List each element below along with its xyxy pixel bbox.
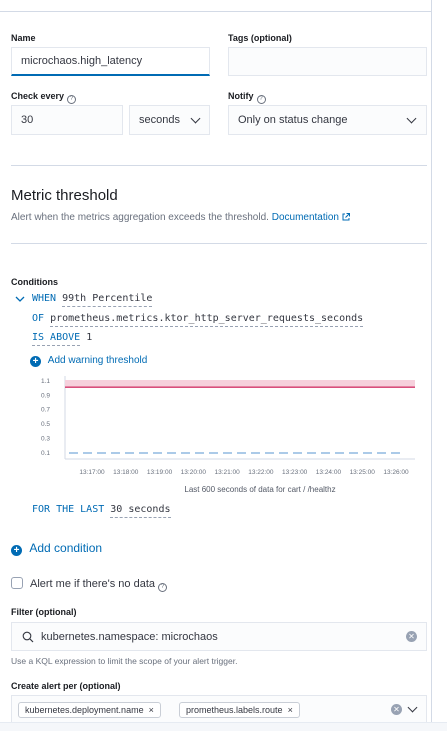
group-by-pill[interactable]: prometheus.labels.route × [179, 702, 300, 718]
y-tick-label: 0.1 [41, 450, 50, 457]
chevron-down-icon [190, 113, 201, 124]
x-tick-label: 13:23:00 [282, 469, 308, 476]
metric-chart: 1.1 0.9 0.7 0.5 0.3 0.1 13:17:00 13:18:00 13:19:… [41, 376, 415, 494]
threshold-value: 1 [86, 332, 93, 343]
conditions-label: Conditions [11, 277, 58, 287]
threshold-region [65, 380, 415, 388]
x-tick-label: 13:22:00 [248, 469, 274, 476]
y-tick-label: 0.9 [41, 392, 50, 399]
section-description: Alert when the metrics aggregation excee… [11, 212, 350, 223]
notify-value: Only on status change [238, 114, 348, 126]
no-data-label: Alert me if there's no data? [30, 578, 167, 592]
x-tick-label: 13:25:00 [350, 469, 376, 476]
for-the-last-expression[interactable]: FOR THE LAST 30 seconds [32, 504, 171, 518]
help-icon[interactable]: ? [67, 95, 77, 104]
notify-select[interactable]: Only on status change [228, 105, 427, 135]
y-tick-label: 0.3 [41, 435, 50, 442]
add-warning-threshold-button[interactable]: + Add warning threshold [30, 355, 147, 367]
chevron-down-icon[interactable] [407, 702, 418, 713]
notify-label-text: Notify [228, 91, 254, 101]
group-by-label: Create alert per (optional) [11, 681, 121, 691]
filter-input[interactable]: kubernetes.namespace: microchaos ✕ [11, 622, 427, 651]
clear-icon[interactable]: ✕ [391, 704, 402, 715]
check-every-label: Check every? [11, 91, 77, 104]
plus-icon: + [30, 356, 41, 367]
x-tick-label: 13:17:00 [79, 469, 105, 476]
check-every-label-text: Check every [11, 91, 65, 101]
filter-help-text: Use a KQL expression to limit the scope … [11, 656, 238, 666]
name-value: microchaos.high_latency [21, 55, 143, 67]
filter-label: Filter (optional) [11, 607, 77, 617]
chart-caption: Last 600 seconds of data for cart / /hea… [184, 485, 335, 494]
when-value: 99th Percentile [62, 293, 153, 307]
group-by-pill[interactable]: kubernetes.deployment.name × [18, 702, 161, 718]
of-keyword: OF [32, 313, 45, 324]
section-divider [11, 243, 427, 244]
y-tick-label: 0.5 [41, 421, 50, 428]
check-every-unit-value: seconds [139, 114, 180, 126]
tags-label: Tags (optional) [228, 33, 292, 43]
for-the-last-keyword: FOR THE LAST [32, 504, 105, 515]
name-label: Name [11, 33, 36, 43]
section-title: Metric threshold [11, 187, 118, 204]
no-data-label-text: Alert me if there's no data [30, 578, 155, 590]
top-divider [0, 11, 431, 12]
filter-value: kubernetes.namespace: microchaos [41, 630, 218, 643]
x-tick-label: 13:18:00 [113, 469, 139, 476]
y-tick-label: 0.7 [41, 407, 50, 414]
add-condition-label: Add condition [29, 541, 103, 555]
documentation-link[interactable]: Documentation [272, 212, 350, 223]
clear-icon[interactable]: ✕ [406, 631, 417, 642]
add-warning-label: Add warning threshold [47, 355, 148, 366]
search-icon [22, 631, 34, 643]
documentation-link-text: Documentation [271, 212, 339, 223]
threshold-expression[interactable]: IS ABOVE 1 [32, 332, 93, 346]
check-every-input[interactable]: 30 [11, 105, 123, 135]
when-keyword: WHEN [32, 293, 57, 304]
x-tick-label: 13:20:00 [181, 469, 207, 476]
x-tick-label: 13:19:00 [147, 469, 173, 476]
for-the-last-value: 30 seconds [110, 504, 171, 518]
help-icon[interactable]: ? [256, 95, 266, 104]
x-tick-label: 13:26:00 [383, 469, 409, 476]
tags-input[interactable] [228, 47, 427, 76]
x-tick-label: 13:24:00 [316, 469, 342, 476]
of-expression[interactable]: OF prometheus.metrics.ktor_http_server_r… [32, 313, 364, 327]
section-divider [11, 165, 427, 166]
close-icon[interactable]: × [149, 705, 154, 715]
chevron-down-icon[interactable] [15, 295, 25, 303]
description-text: Alert when the metrics aggregation excee… [11, 212, 269, 223]
plus-icon: + [11, 545, 22, 556]
when-expression[interactable]: WHEN 99th Percentile [32, 293, 153, 307]
external-link-icon [342, 213, 350, 221]
notify-label: Notify? [228, 91, 266, 104]
panel-edge [431, 0, 432, 731]
y-tick-label: 1.1 [41, 378, 50, 385]
add-condition-button[interactable]: + Add condition [11, 541, 102, 556]
check-every-unit-select[interactable]: seconds [129, 105, 210, 135]
is-above-keyword: IS ABOVE [32, 332, 81, 346]
help-icon[interactable]: ? [158, 583, 167, 592]
pill-label: prometheus.labels.route [186, 705, 283, 715]
check-every-value: 30 [21, 114, 34, 126]
bottom-bar [0, 722, 447, 731]
name-input[interactable]: microchaos.high_latency [11, 47, 210, 76]
pill-label: kubernetes.deployment.name [25, 705, 144, 715]
no-data-checkbox[interactable] [11, 577, 23, 589]
of-value: prometheus.metrics.ktor_http_server_requ… [50, 313, 364, 327]
close-icon[interactable]: × [288, 705, 293, 715]
group-by-combobox[interactable]: kubernetes.deployment.name × prometheus.… [11, 695, 427, 725]
x-tick-label: 13:21:00 [214, 469, 240, 476]
chevron-down-icon [406, 113, 417, 124]
